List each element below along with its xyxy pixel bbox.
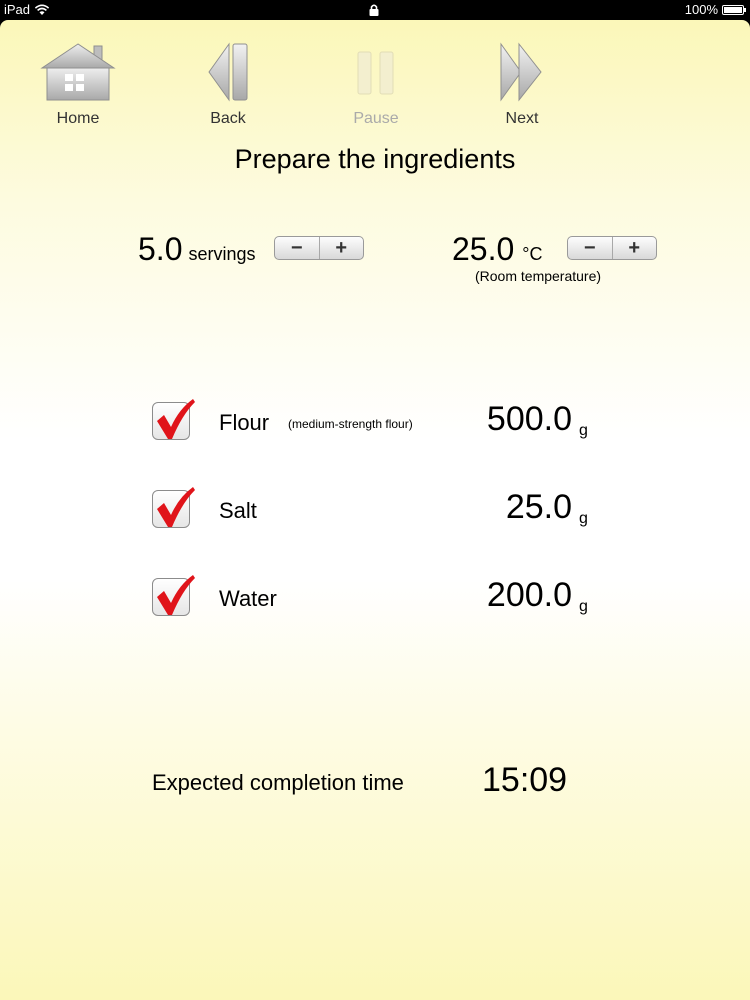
ingredient-name: Water (219, 586, 277, 611)
battery-icon (722, 4, 746, 15)
checkmark-icon (157, 487, 195, 527)
temperature-decrease-button[interactable]: − (568, 237, 612, 259)
next-button[interactable]: Next (472, 40, 572, 128)
completion-time: 15:09 (482, 761, 568, 799)
ingredient-amount: 500.0 (486, 400, 572, 438)
back-button[interactable]: Back (178, 40, 278, 128)
checkmark-icon (157, 399, 195, 439)
home-button[interactable]: Home (28, 40, 128, 128)
temperature-increase-button[interactable]: + (611, 237, 657, 259)
servings-display: 5.0 servings (138, 231, 256, 268)
servings-stepper[interactable]: − + (274, 236, 364, 260)
battery-percent: 100% (684, 2, 718, 17)
servings-decrease-button[interactable]: − (275, 237, 319, 259)
home-icon (40, 43, 116, 101)
battery-fill (724, 6, 742, 13)
ingredient-row-salt: Salt 25.0 g (0, 487, 750, 538)
ingredient-unit: g (579, 510, 588, 527)
ingredient-checkbox[interactable] (152, 399, 195, 440)
status-bar-left: iPad (4, 2, 50, 17)
temperature-unit: °C (522, 244, 543, 264)
back-label: Back (210, 110, 246, 127)
ingredient-amount: 25.0 (505, 488, 572, 526)
servings-increase-button[interactable]: + (318, 237, 364, 259)
page-title: Prepare the ingredients (234, 144, 516, 174)
completion-label: Expected completion time (152, 770, 404, 795)
ingredient-checkbox[interactable] (152, 575, 195, 616)
ingredient-row-flour: Flour (medium-strength flour) 500.0 g (0, 399, 750, 450)
ingredient-checkbox[interactable] (152, 487, 195, 528)
device-name: iPad (4, 2, 31, 17)
wifi-icon (34, 4, 50, 15)
ingredient-note: (medium-strength flour) (288, 417, 413, 431)
checkmark-icon (157, 575, 195, 615)
temperature-note: (Room temperature) (475, 268, 602, 284)
rewind-icon (208, 42, 248, 102)
ingredient-name: Salt (219, 498, 257, 523)
pause-label: Pause (353, 110, 399, 127)
lock-icon (368, 3, 380, 19)
home-label: Home (56, 110, 100, 127)
ingredient-unit: g (579, 422, 588, 439)
pause-icon (357, 51, 394, 95)
servings-unit: servings (188, 244, 256, 264)
ingredient-amount: 200.0 (486, 576, 572, 614)
servings-value: 5.0 (138, 231, 183, 267)
ingredient-name: Flour (219, 410, 270, 435)
status-bar-right: 100% (684, 2, 746, 17)
ingredient-row-water: Water 200.0 g (0, 575, 750, 626)
ingredient-unit: g (579, 598, 588, 615)
pause-button[interactable]: Pause (326, 40, 426, 128)
status-bar: iPad 100% (0, 0, 750, 20)
next-label: Next (505, 110, 539, 127)
fast-forward-icon (500, 42, 542, 102)
temperature-display: 25.0 °C (452, 231, 542, 268)
temperature-stepper[interactable]: − + (567, 236, 657, 260)
temperature-value: 25.0 (452, 231, 515, 267)
main-screen: Home Back Pause Next Prepare the ingredi… (0, 20, 750, 1000)
